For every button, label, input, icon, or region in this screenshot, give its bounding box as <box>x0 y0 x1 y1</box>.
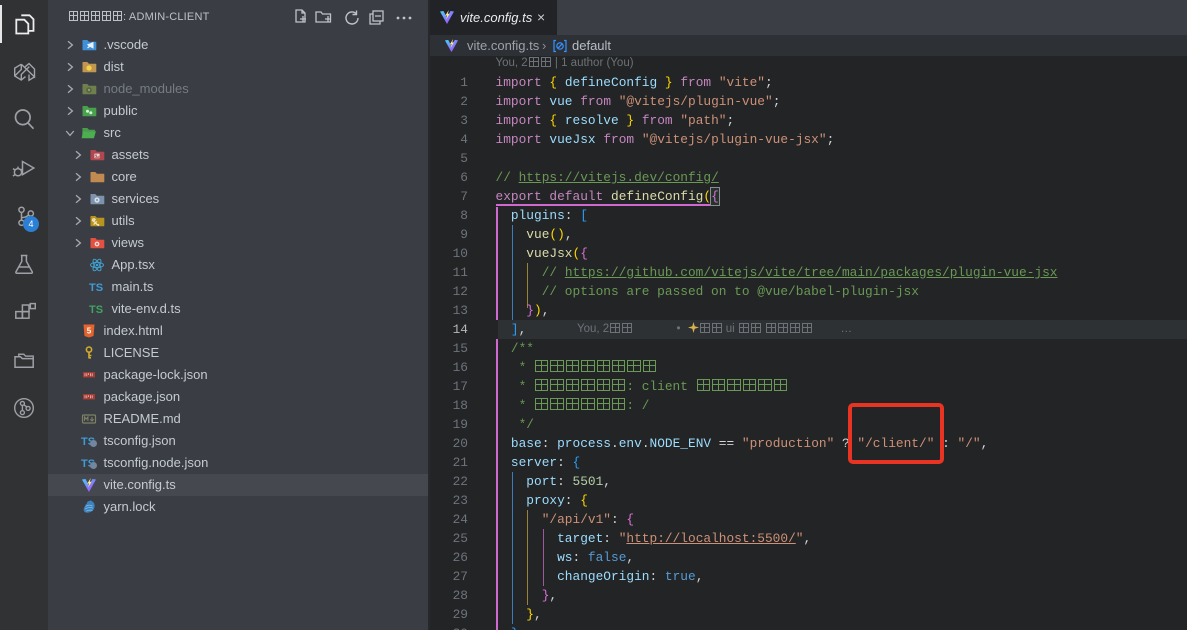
svg-text:5: 5 <box>87 327 92 336</box>
